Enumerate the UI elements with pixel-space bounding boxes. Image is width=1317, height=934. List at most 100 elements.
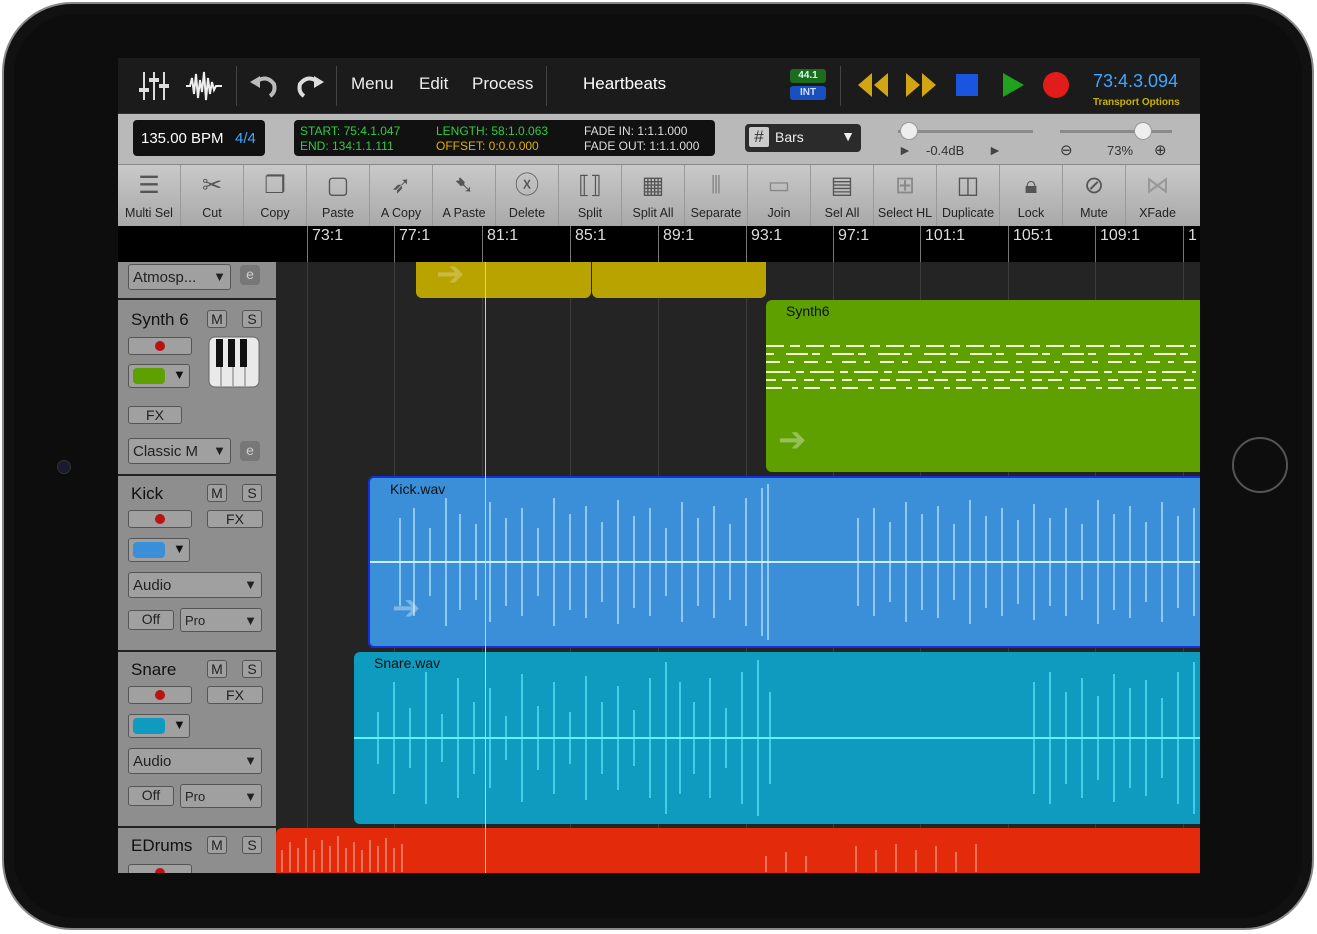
synth-edit-button[interactable]: e (240, 441, 260, 461)
snare-record-arm-button[interactable] (128, 686, 192, 704)
menu-menu[interactable]: Menu (351, 74, 394, 94)
track-header-snare[interactable]: Snare M S FX ▼ Audio ▼ Off Pro ▼ (118, 652, 276, 828)
redo-icon[interactable] (290, 66, 330, 106)
tempo-display[interactable]: 135.00 BPM 4/4 (133, 120, 265, 156)
synth-clip[interactable]: Synth6 ➔ (766, 300, 1200, 472)
ipad-frame: Menu Edit Process Heartbeats 44.1 INT 73… (0, 0, 1317, 934)
piano-icon[interactable] (208, 336, 260, 388)
chevron-down-icon: ▼ (244, 753, 257, 768)
volume-slider-knob[interactable] (900, 122, 918, 140)
stop-icon[interactable] (954, 70, 980, 100)
snare-color-select[interactable]: ▼ (128, 714, 190, 738)
edrums-track-name[interactable]: EDrums (131, 836, 192, 856)
track-header-edrums[interactable]: EDrums M S (118, 828, 276, 873)
join-button[interactable]: ▭ Join (748, 165, 811, 227)
select-all-button[interactable]: ▤ Sel All (811, 165, 874, 227)
home-button[interactable] (1232, 437, 1288, 493)
snare-mode-select[interactable]: Pro ▼ (180, 784, 262, 808)
snare-mute-button[interactable]: M (207, 660, 227, 678)
ruler-label: 73:1 (312, 227, 344, 244)
paste-button[interactable]: ▢ Paste (307, 165, 370, 227)
zoom-slider[interactable] (1060, 130, 1172, 133)
lock-button[interactable]: 🔒︎ Lock (1000, 165, 1063, 227)
atmos-preset-select[interactable]: Atmosp... ▼ (128, 264, 231, 290)
edrums-solo-button[interactable]: S (242, 836, 262, 854)
song-title[interactable]: Heartbeats (583, 74, 666, 94)
playhead-position[interactable]: 73:4.3.094 (1093, 71, 1178, 92)
kick-solo-button[interactable]: S (242, 484, 262, 502)
cut-button[interactable]: ✂ Cut (181, 165, 244, 227)
snare-off-button[interactable]: Off (128, 786, 174, 806)
atmos-edit-button[interactable]: e (240, 265, 260, 285)
rewind-icon[interactable] (856, 70, 890, 100)
waveform-icon[interactable] (184, 66, 224, 106)
timeline-ruler[interactable]: 73:1 77:1 81:1 85:1 89:1 93:1 97:1 101:1… (118, 226, 1200, 262)
mute-button[interactable]: ⊘ Mute (1063, 165, 1126, 227)
mixer-icon[interactable] (134, 66, 174, 106)
record-icon[interactable] (1042, 70, 1070, 100)
menu-edit[interactable]: Edit (419, 74, 448, 94)
synth-preset-select[interactable]: Classic M ▼ (128, 438, 231, 464)
kick-mute-button[interactable]: M (207, 484, 227, 502)
track-header-atmos[interactable]: Atmosp... ▼ e (118, 262, 276, 300)
app-screen: Menu Edit Process Heartbeats 44.1 INT 73… (118, 58, 1200, 873)
fast-forward-icon[interactable] (904, 70, 938, 100)
play-icon[interactable] (1000, 70, 1026, 100)
delete-button[interactable]: ⓧ Delete (496, 165, 559, 227)
select-hl-button[interactable]: ⊞ Select HL (874, 165, 937, 227)
duplicate-button[interactable]: ◫ Duplicate (937, 165, 1000, 227)
ruler-tick (658, 226, 659, 262)
synth-mute-button[interactable]: M (207, 310, 227, 328)
atmos-clip[interactable]: ➔ (416, 262, 591, 298)
zoom-slider-knob[interactable] (1134, 122, 1152, 140)
synth-solo-button[interactable]: S (242, 310, 262, 328)
multi-select-button[interactable]: ☰ Multi Sel (118, 165, 181, 227)
kick-clip[interactable]: Kick.wav ➔ (368, 476, 1200, 648)
zoom-in-icon[interactable]: ⊕ (1154, 141, 1167, 159)
edrums-record-arm-button[interactable] (128, 864, 192, 873)
copy-button[interactable]: ❐ Copy (244, 165, 307, 227)
volume-down-icon: ► (898, 142, 912, 158)
kick-fx-button[interactable]: FX (207, 510, 263, 528)
track-header-kick[interactable]: Kick M S FX ▼ Audio ▼ Off Pro ▼ (118, 476, 276, 652)
kick-mode-select[interactable]: Pro ▼ (180, 608, 262, 632)
kick-type-select[interactable]: Audio ▼ (128, 572, 262, 598)
sample-rate-badge[interactable]: 44.1 INT (790, 69, 826, 100)
arrangement-lanes[interactable]: ➔ Synth6 ➔ Kick.wav ➔ Snare.wav (276, 262, 1200, 873)
a-copy-button[interactable]: ➶ A Copy (370, 165, 433, 227)
kick-color-select[interactable]: ▼ (128, 538, 190, 562)
synth-record-arm-button[interactable] (128, 337, 192, 355)
kick-track-name[interactable]: Kick (131, 484, 163, 504)
a-paste-button[interactable]: ➷ A Paste (433, 165, 496, 227)
ruler-label: 105:1 (1013, 227, 1054, 244)
split-all-button[interactable]: ▦ Split All (622, 165, 685, 227)
undo-icon[interactable] (244, 66, 284, 106)
playhead-line[interactable] (485, 262, 486, 873)
ruler-label: 81:1 (487, 227, 519, 244)
transport-options-link[interactable]: Transport Options (1093, 97, 1180, 108)
snare-clip[interactable]: Snare.wav (354, 652, 1200, 824)
snare-solo-button[interactable]: S (242, 660, 262, 678)
menu-process[interactable]: Process (472, 74, 533, 94)
zoom-out-icon[interactable]: ⊖ (1060, 141, 1073, 159)
grid-mode-select[interactable]: # Bars ▼ (745, 124, 861, 152)
snare-type-select[interactable]: Audio ▼ (128, 748, 262, 774)
track-header-synth[interactable]: Synth 6 M S ▼ FX Classic M ▼ e (118, 300, 276, 476)
separate-button[interactable]: ⦀ Separate (685, 165, 748, 227)
snare-track-name[interactable]: Snare (131, 660, 176, 680)
kick-off-button[interactable]: Off (128, 610, 174, 630)
atmos-clip[interactable] (592, 262, 766, 298)
fade-in-time: FADE IN: 1:1.1.000 (584, 124, 688, 138)
edrums-clip[interactable] (276, 828, 1200, 873)
xfade-button[interactable]: ⋈ XFade (1126, 165, 1189, 227)
synth-color-select[interactable]: ▼ (128, 364, 190, 388)
edrums-mute-button[interactable]: M (207, 836, 227, 854)
snare-fx-button[interactable]: FX (207, 686, 263, 704)
synth-track-name[interactable]: Synth 6 (131, 310, 189, 330)
bpm-value: 135.00 BPM (141, 130, 224, 147)
kick-record-arm-button[interactable] (128, 510, 192, 528)
synth-fx-button[interactable]: FX (128, 406, 182, 424)
selection-times-panel[interactable]: START: 75:4.1.047 END: 134:1.1.111 LENGT… (294, 120, 715, 156)
volume-slider[interactable] (898, 130, 1033, 133)
split-button[interactable]: ⟦⟧ Split (559, 165, 622, 227)
